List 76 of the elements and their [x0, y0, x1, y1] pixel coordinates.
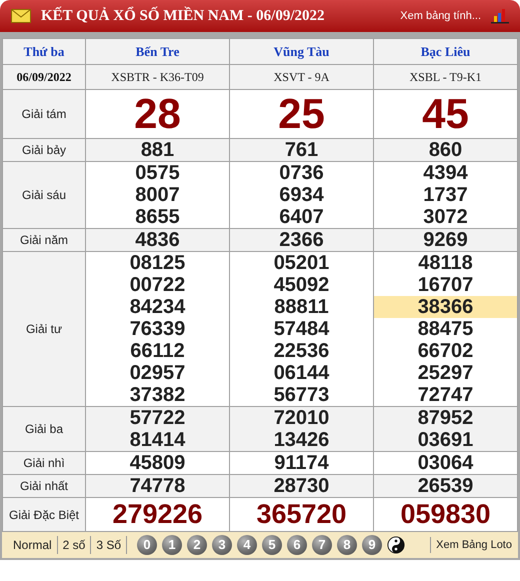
envelope-icon [11, 9, 31, 23]
prize-number: 56773 [272, 384, 330, 406]
bar-chart-icon[interactable] [491, 8, 509, 24]
prize-number: 48118 [417, 252, 474, 274]
prize-number: 88811 [273, 296, 330, 318]
prize-number: 3072 [422, 206, 469, 228]
province-header: Bến Tre [86, 38, 230, 64]
prize-label: Giải bảy [2, 138, 86, 162]
prize-label: Giải tám [2, 90, 86, 138]
prize-number: 84234 [128, 296, 186, 318]
prize-number: 00722 [128, 274, 186, 296]
mode-link[interactable]: 2 số [58, 536, 92, 554]
prize-number: 37382 [128, 384, 186, 406]
prize-number: 4394 [422, 162, 469, 184]
prize-number: 05201 [272, 252, 330, 274]
prize-number: 26539 [416, 475, 474, 497]
prize-label: Giải ba [2, 406, 86, 452]
prize-number: 2366 [278, 229, 325, 251]
prize-number: 72747 [416, 384, 474, 406]
prize-number: 03691 [416, 429, 474, 451]
prize-number: 1737 [422, 184, 469, 206]
prize-number: 0736 [278, 162, 325, 184]
prize-number: 25 [277, 90, 326, 138]
prize-number: 881 [140, 139, 176, 161]
prize-number: 860 [428, 139, 464, 161]
prize-number: 13426 [272, 429, 330, 451]
prize-label: Giải nhất [2, 474, 86, 498]
prize-number: 66112 [129, 340, 186, 362]
page-title: KẾT QUẢ XỔ SỐ MIỀN NAM - 06/09/2022 [41, 6, 324, 26]
prize-number: 6934 [278, 184, 325, 206]
mode-link[interactable]: 3 Số [91, 536, 128, 554]
prize-number: 0575 [134, 162, 181, 184]
prize-label: Giải Đặc Biệt [2, 498, 86, 532]
prize-number: 28730 [272, 475, 330, 497]
prize-number: 45 [421, 90, 470, 138]
prize-number: 761 [284, 139, 320, 161]
prize-number: 66702 [416, 340, 474, 362]
province-header: Vũng Tàu [230, 38, 374, 64]
prize-number: 81414 [128, 429, 186, 451]
yin-yang-icon[interactable] [387, 536, 406, 554]
prize-number: 8655 [134, 206, 181, 228]
prize-number: 28 [133, 90, 182, 138]
weekday-header: Thứ ba [2, 38, 86, 64]
prize-number: 25297 [416, 362, 474, 384]
prize-label: Giải tư [2, 252, 86, 406]
prize-number: 76339 [128, 318, 186, 340]
prize-number: 57722 [128, 407, 186, 429]
prize-number: 57484 [272, 318, 330, 340]
mode-link[interactable]: Normal [8, 536, 58, 554]
prize-number: 74778 [128, 475, 186, 497]
prize-number: 059830 [399, 498, 492, 531]
prize-number: 87952 [416, 407, 474, 429]
prize-number: 38366 [374, 296, 517, 318]
prize-label: Giải nhì [2, 452, 86, 474]
prize-number: 8007 [134, 184, 181, 206]
prize-number: 9269 [422, 229, 469, 251]
prize-number: 08125 [128, 252, 186, 274]
prize-label: Giải năm [2, 228, 86, 252]
prize-number: 72010 [272, 407, 330, 429]
prize-number: 88475 [416, 318, 474, 340]
spreadsheet-link[interactable]: Xem bảng tính... [400, 8, 481, 24]
prize-number: 06144 [272, 362, 330, 384]
prize-number: 45809 [128, 452, 186, 474]
prize-number: 279226 [111, 498, 204, 531]
prize-number: 4836 [134, 229, 181, 251]
loto-table-link[interactable]: Xem Bảng Loto [430, 536, 512, 554]
prize-number: 6407 [278, 206, 325, 228]
province-header: Bạc Liêu [374, 38, 518, 64]
prize-number: 22536 [272, 340, 330, 362]
prize-number: 91174 [273, 452, 330, 474]
prize-label: Giải sáu [2, 162, 86, 228]
prize-number: 365720 [255, 498, 348, 531]
prize-number: 02957 [128, 362, 186, 384]
prize-number: 03064 [416, 452, 474, 474]
prize-number: 16707 [416, 274, 474, 296]
prize-number: 45092 [272, 274, 330, 296]
